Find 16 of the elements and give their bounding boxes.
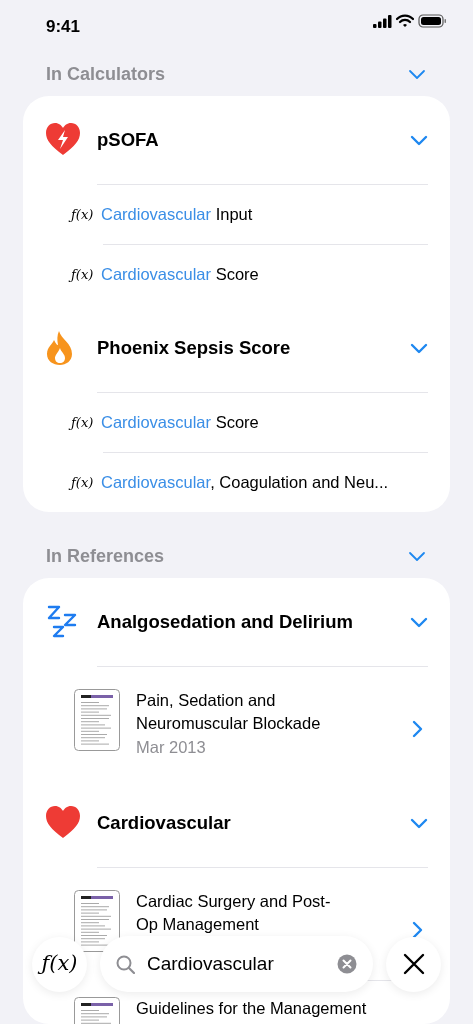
- group-title: Phoenix Sepsis Score: [97, 336, 292, 361]
- formula-result[interactable]: Cardiovascular Input: [101, 202, 253, 227]
- document-title[interactable]: Pain, Sedation and Neuromuscular Blockade: [136, 689, 408, 736]
- search-field[interactable]: Cardiovascular: [145, 948, 327, 980]
- document-date: Mar 2013: [136, 737, 207, 759]
- document-title[interactable]: Cardiac Surgery and Post- Op Management: [136, 890, 408, 937]
- clock: 9:41: [46, 16, 81, 38]
- group-title: pSOFA: [97, 128, 160, 153]
- group-title: Cardiovascular: [97, 811, 232, 836]
- document-title[interactable]: Guidelines for the Management: [136, 997, 428, 1021]
- formula-result[interactable]: Cardiovascular Score: [101, 262, 259, 287]
- formula-result[interactable]: Cardiovascular Score: [101, 410, 259, 435]
- section-title: In Calculators: [46, 62, 166, 86]
- formula-result[interactable]: Cardiovascular, Coagulation and Neu...: [101, 470, 389, 495]
- section-title: In References: [46, 544, 165, 568]
- group-title: Analgosedation and Delirium: [97, 610, 354, 635]
